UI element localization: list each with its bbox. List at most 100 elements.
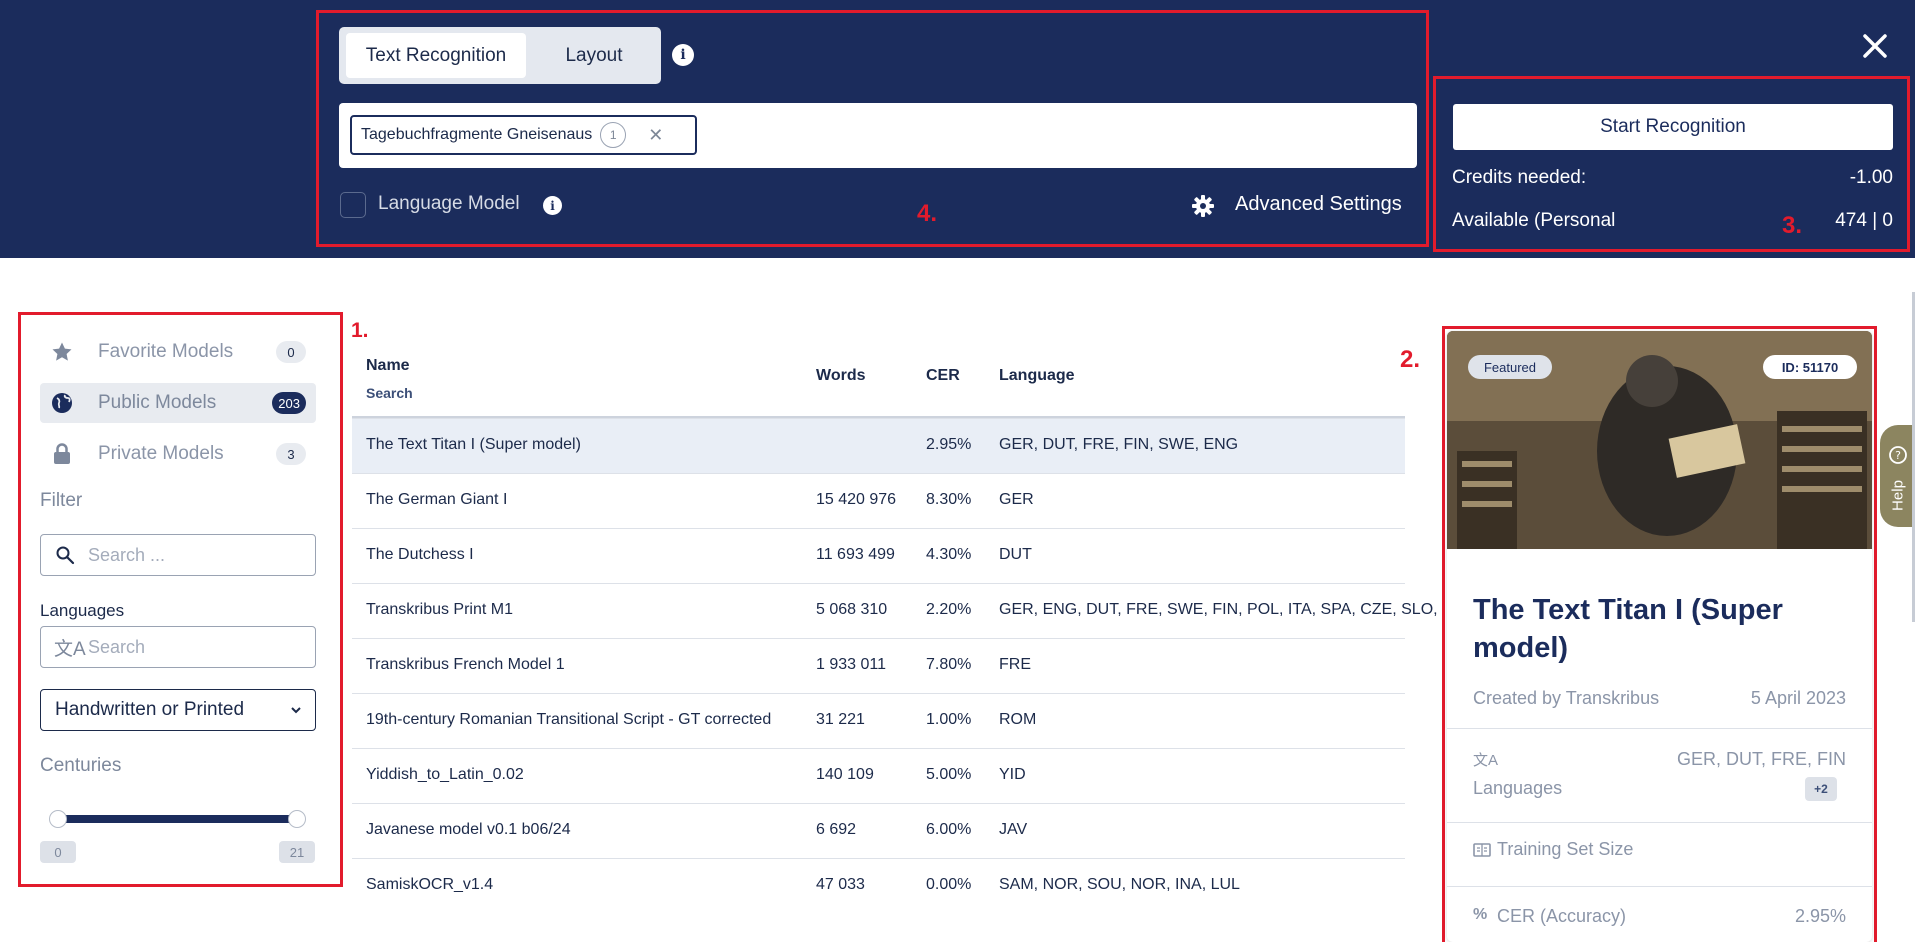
centuries-slider-min-handle[interactable]	[49, 810, 67, 828]
star-icon	[52, 342, 72, 361]
name-search-link[interactable]: Search	[366, 385, 413, 401]
cer-cell: 8.30%	[926, 491, 972, 508]
language-cell: FRE	[999, 656, 1031, 673]
column-header-cer[interactable]: CER	[926, 367, 960, 385]
lock-icon	[54, 443, 70, 464]
annotation-label-2: 2.	[1400, 346, 1421, 373]
language-cell: JAV	[999, 821, 1028, 838]
cer-cell: 0.00%	[926, 876, 972, 893]
cer-cell: 2.20%	[926, 601, 972, 618]
words-cell: 47 033	[816, 876, 865, 893]
model-title: The Text Titan I (Super model)	[1473, 594, 1783, 664]
table-row[interactable]: Yiddish_to_Latin_0.02 140 109 5.00% YID	[352, 748, 1405, 803]
table-row[interactable]: The Text Titan I (Super model) 2.95% GER, …	[352, 418, 1405, 473]
languages-heading: Languages	[40, 601, 125, 620]
divider	[1447, 728, 1872, 729]
language-search-input[interactable]: 文A Search	[40, 626, 316, 668]
language-cell: SAM, NOR, SOU, NOR, INA, LUL	[999, 876, 1240, 893]
featured-badge: Featured	[1468, 355, 1552, 379]
century-max-value: 21	[279, 841, 315, 863]
training-set-size-label: Training Set Size	[1497, 839, 1634, 859]
model-name-cell: SamiskOCR_v1.4	[366, 876, 494, 893]
cer-cell: 1.00%	[926, 711, 972, 728]
words-cell: 5 068 310	[816, 601, 888, 618]
count-badge: 0	[276, 341, 306, 363]
sidebar-item-favorite-models[interactable]: Favorite Models 0	[40, 332, 316, 372]
cer-cell: 7.80%	[926, 656, 972, 673]
languages-label: Languages	[1473, 778, 1563, 798]
filter-heading: Filter	[40, 490, 83, 511]
cer-cell: 6.00%	[926, 821, 972, 838]
language-cell: GER, ENG, DUT, FRE, SWE, FIN, POL, ITA, …	[999, 601, 1438, 618]
sidebar-item-label: Public Models	[98, 392, 217, 413]
chevron-down-icon	[291, 707, 301, 714]
model-name-cell: Javanese model v0.1 b06/24	[366, 821, 571, 838]
created-date: 5 April 2023	[1750, 688, 1846, 708]
model-name-cell: Transkribus French Model 1	[366, 656, 565, 673]
words-cell: 31 221	[816, 711, 865, 728]
table-row[interactable]: Transkribus Print M1 5 068 310 2.20% GER, E…	[352, 583, 1438, 638]
more-languages-badge[interactable]: +2	[1805, 777, 1837, 801]
cer-cell: 2.95%	[926, 436, 972, 453]
language-search-placeholder: Search	[88, 637, 146, 657]
column-header-words[interactable]: Words	[816, 367, 865, 385]
centuries-heading: Centuries	[40, 755, 122, 776]
words-cell: 11 693 499	[816, 546, 895, 563]
table-row[interactable]: SamiskOCR_v1.4 47 033 0.00% SAM, NOR, SOU, …	[352, 858, 1405, 913]
help-icon: ?	[1889, 446, 1907, 464]
column-header-language[interactable]: Language	[999, 367, 1075, 385]
sidebar-item-private-models[interactable]: Private Models 3	[40, 434, 316, 474]
annotation-label-4: 4.	[917, 200, 938, 227]
table-row[interactable]: The German Giant I 15 420 976 8.30% GER	[352, 473, 1405, 528]
model-id-badge: ID: 51170	[1763, 355, 1857, 379]
cer-cell: 5.00%	[926, 766, 972, 783]
cer-cell: 4.30%	[926, 546, 972, 563]
model-name-cell: 19th-century Romanian Transitional Scrip…	[366, 711, 772, 728]
search-input[interactable]: Search ...	[40, 534, 316, 576]
century-min-value: 0	[40, 841, 76, 863]
model-name-cell: Yiddish_to_Latin_0.02	[366, 766, 524, 783]
model-name-cell: The Text Titan I (Super model)	[366, 436, 581, 453]
language-cell: DUT	[999, 546, 1032, 563]
model-cover-image: Featured ID: 51170	[1447, 331, 1872, 549]
cer-accuracy-label: CER (Accuracy)	[1497, 906, 1627, 926]
model-name-cell: Transkribus Print M1	[366, 601, 513, 618]
created-by: Created by Transkribus	[1473, 688, 1660, 708]
close-icon[interactable]	[1857, 28, 1893, 64]
count-badge: 203	[272, 392, 306, 414]
search-placeholder: Search ...	[88, 545, 166, 565]
annotation-label-3: 3.	[1782, 212, 1803, 239]
help-label: Help	[1889, 480, 1907, 511]
svg-text:?: ?	[1895, 449, 1901, 462]
model-name-cell: The Dutchess I	[366, 546, 474, 563]
translate-icon: 文A	[1473, 752, 1499, 769]
translate-icon: 文A	[54, 639, 86, 660]
search-icon	[56, 546, 75, 565]
table-row[interactable]: The Dutchess I 11 693 499 4.30% DUT	[352, 528, 1405, 583]
annotation-box-4	[316, 10, 1429, 247]
language-cell: ROM	[999, 711, 1037, 728]
table-row[interactable]: 19th-century Romanian Transitional Scrip…	[352, 693, 1405, 748]
cer-accuracy-value: 2.95%	[1794, 906, 1846, 926]
sidebar-item-label: Private Models	[98, 443, 224, 464]
table-row[interactable]: Javanese model v0.1 b06/24 6 692 6.00% JAV	[352, 803, 1405, 858]
divider	[1447, 886, 1872, 887]
language-cell: GER, DUT, FRE, FIN, SWE, ENG	[999, 436, 1239, 453]
annotation-label-1: 1.	[351, 319, 369, 342]
help-tab[interactable]: ? Help	[1880, 425, 1915, 527]
sidebar-item-public-models[interactable]: Public Models 203	[40, 383, 316, 423]
sidebar-item-label: Favorite Models	[98, 341, 234, 362]
script-type-select[interactable]: Handwritten or Printed	[40, 689, 316, 731]
annotation-box-3	[1433, 76, 1910, 252]
column-header-name[interactable]: Name	[366, 357, 410, 375]
percent-icon: %	[1473, 906, 1488, 923]
centuries-slider-max-handle[interactable]	[288, 810, 306, 828]
centuries-slider-track[interactable]	[58, 815, 298, 823]
book-icon	[1473, 843, 1491, 857]
words-cell: 6 692	[816, 821, 857, 838]
languages-value: GER, DUT, FRE, FIN	[1676, 749, 1846, 769]
table-row[interactable]: Transkribus French Model 1 1 933 011 7.80%…	[352, 638, 1405, 693]
words-cell: 140 109	[816, 766, 874, 783]
globe-icon	[52, 393, 72, 413]
divider	[1447, 822, 1872, 823]
